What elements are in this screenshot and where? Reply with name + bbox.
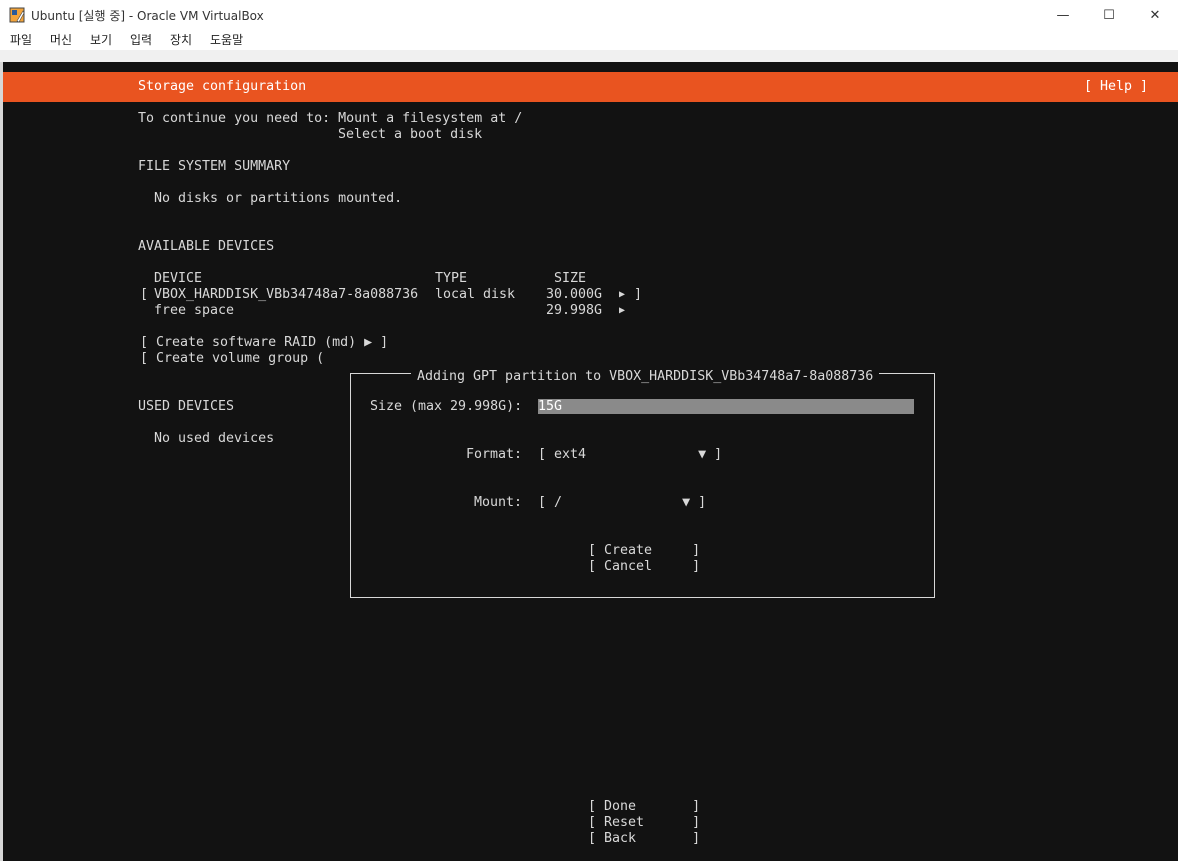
help-button[interactable]: [ Help ] <box>1084 79 1148 95</box>
page-title: Storage configuration <box>138 79 307 94</box>
add-partition-dialog: Adding GPT partition to VBOX_HARDDISK_VB… <box>350 365 935 598</box>
toolbar-gap <box>0 50 1178 62</box>
create-volume-group-button[interactable]: [ Create volume group ( <box>140 351 324 367</box>
menu-file[interactable]: 파일 <box>10 31 32 48</box>
maximize-button[interactable]: ☐ <box>1086 0 1132 30</box>
menu-machine[interactable]: 머신 <box>50 31 72 48</box>
disk-name: VBOX_HARDDISK_VBb34748a7-8a088736 <box>154 287 419 302</box>
window-titlebar: Ubuntu [실행 중] - Oracle VM VirtualBox — ☐… <box>0 0 1178 30</box>
free-space-label: free space <box>154 303 235 318</box>
size-label: Size (max 29.998G): <box>370 399 523 414</box>
mount-label: Mount: <box>474 495 523 510</box>
disk-menu-arrow-icon[interactable]: ▶ <box>619 287 625 303</box>
cancel-button[interactable]: [ Cancel ] <box>588 559 700 575</box>
menu-devices[interactable]: 장치 <box>170 31 192 48</box>
available-devices-heading: AVAILABLE DEVICES <box>138 239 275 254</box>
mount-select[interactable]: [ / ▼ ] <box>538 495 706 511</box>
size-input-value: 15G <box>538 399 563 414</box>
reset-button[interactable]: [ Reset ] <box>588 815 700 831</box>
menu-view[interactable]: 보기 <box>90 31 112 48</box>
column-device: DEVICE <box>154 271 203 286</box>
fs-summary-heading: FILE SYSTEM SUMMARY <box>138 159 291 174</box>
create-raid-button[interactable]: [ Create software RAID (md) ▶ ] <box>140 335 388 351</box>
continue-instruction-2: Select a boot disk <box>338 127 483 142</box>
free-space-size: 29.998G <box>546 303 603 318</box>
column-type: TYPE <box>435 271 468 286</box>
menu-input[interactable]: 입력 <box>130 31 152 48</box>
fs-summary-empty: No disks or partitions mounted. <box>154 191 403 206</box>
dialog-title: Adding GPT partition to VBOX_HARDDISK_VB… <box>417 369 874 384</box>
menu-help[interactable]: 도움말 <box>210 31 243 48</box>
minimize-icon: — <box>1056 7 1070 23</box>
window-title: Ubuntu [실행 중] - Oracle VM VirtualBox <box>31 9 264 23</box>
maximize-icon: ☐ <box>1103 7 1115 23</box>
continue-instruction: To continue you need to: Mount a filesys… <box>138 111 523 126</box>
back-button[interactable]: [ Back ] <box>588 831 700 847</box>
row-bracket-close: ] <box>634 287 643 302</box>
close-button[interactable]: ✕ <box>1132 0 1178 30</box>
used-devices-heading: USED DEVICES <box>138 399 235 414</box>
menu-bar: 파일 머신 보기 입력 장치 도움말 <box>0 30 1178 50</box>
create-button[interactable]: [ Create ] <box>588 543 700 559</box>
format-label: Format: <box>466 447 523 462</box>
size-input[interactable]: 15G <box>538 399 914 414</box>
vm-display[interactable]: Storage configuration [ Help ] To contin… <box>3 62 1178 861</box>
format-select[interactable]: [ ext4 ▼ ] <box>538 447 722 463</box>
virtualbox-icon <box>9 7 25 23</box>
installer-header: Storage configuration [ Help ] <box>3 72 1178 102</box>
column-size: SIZE <box>554 271 587 286</box>
disk-size: 30.000G <box>546 287 603 302</box>
close-icon: ✕ <box>1149 7 1161 23</box>
used-devices-empty: No used devices <box>154 431 275 446</box>
disk-type: local disk <box>435 287 516 302</box>
done-button[interactable]: [ Done ] <box>588 799 700 815</box>
row-bracket-open: [ <box>140 287 149 302</box>
free-space-arrow-icon[interactable]: ▶ <box>619 303 625 319</box>
minimize-button[interactable]: — <box>1040 0 1086 30</box>
dialog-title-wrap: Adding GPT partition to VBOX_HARDDISK_VB… <box>411 365 880 385</box>
